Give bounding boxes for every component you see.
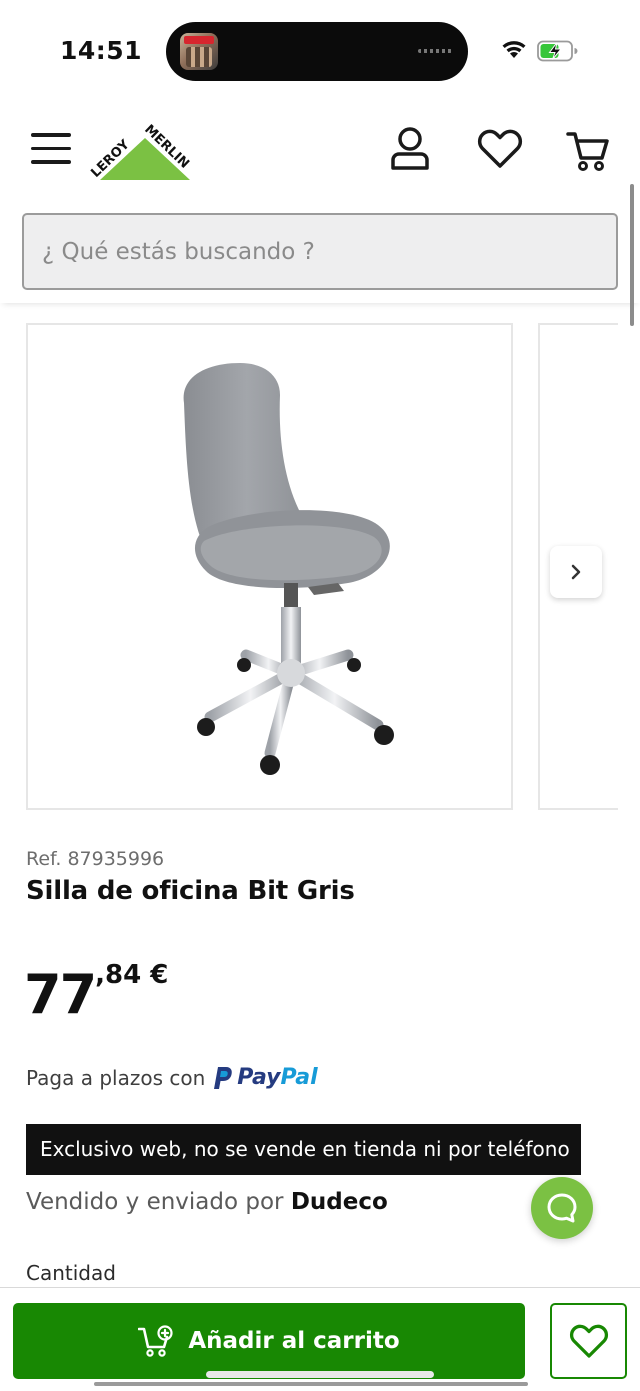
product-ref-label: Ref. [26,848,62,870]
product-reference: Ref. 87935996 [26,848,164,870]
add-to-cart-label: Añadir al carrito [188,1328,400,1354]
product-ref-number: 87935996 [67,848,165,870]
menu-icon[interactable] [31,133,71,165]
product-image-chair [183,363,394,775]
paypal-brand-pal: Pal [280,1065,318,1090]
dynamic-island[interactable] [166,22,468,81]
status-bar: 14:51 [0,0,640,100]
album-thumbnail-icon [180,33,218,70]
leroy-merlin-logo[interactable]: LEROY MERLIN [90,118,200,184]
paypal-p-icon [214,1066,233,1089]
status-time: 14:51 [60,36,143,65]
battery-charging-icon [537,40,578,62]
add-to-cart-button[interactable]: Añadir al carrito [13,1303,525,1379]
web-exclusive-badge: Exclusivo web, no se vende en tienda ni … [26,1124,581,1175]
seller-info: Vendido y enviado por Dudeco [26,1189,388,1215]
wifi-icon [502,41,526,58]
heart-icon[interactable] [477,129,523,169]
add-to-wishlist-button[interactable] [550,1303,627,1379]
heart-icon [569,1324,608,1358]
product-title: Silla de oficina Bit Gris [26,876,355,906]
add-to-cart-icon [138,1325,173,1357]
paypal-installments[interactable]: Paga a plazos con Pay Pal [26,1065,318,1090]
home-indicator[interactable] [206,1371,434,1378]
chevron-right-icon [571,564,581,580]
account-icon[interactable] [390,127,430,171]
price-integer: 77 [24,963,97,1026]
paypal-text: Paga a plazos con [26,1065,206,1090]
seller-prefix: Vendido y enviado por [26,1189,284,1215]
site-header: LEROY MERLIN [0,100,640,303]
search-box[interactable] [22,213,618,290]
horizontal-scrollbar[interactable] [94,1382,528,1386]
product-image-card[interactable] [26,323,513,810]
search-input[interactable] [24,215,616,288]
price-decimal: ,84 € [95,960,169,990]
paypal-brand-pay: Pay [237,1065,281,1090]
seller-name[interactable]: Dudeco [291,1189,388,1215]
cart-icon[interactable] [566,130,610,172]
product-price: 77,84 € [24,960,169,1026]
paypal-logo: Pay Pal [213,1065,318,1090]
bottom-action-bar: Añadir al carrito [0,1287,640,1391]
chat-button[interactable] [531,1177,593,1239]
quantity-label: Cantidad [26,1261,116,1285]
audio-wave-icon [418,49,452,53]
gallery-next-button[interactable] [550,546,602,598]
chat-bubble-icon [547,1193,577,1223]
vertical-scrollbar[interactable] [630,184,634,326]
